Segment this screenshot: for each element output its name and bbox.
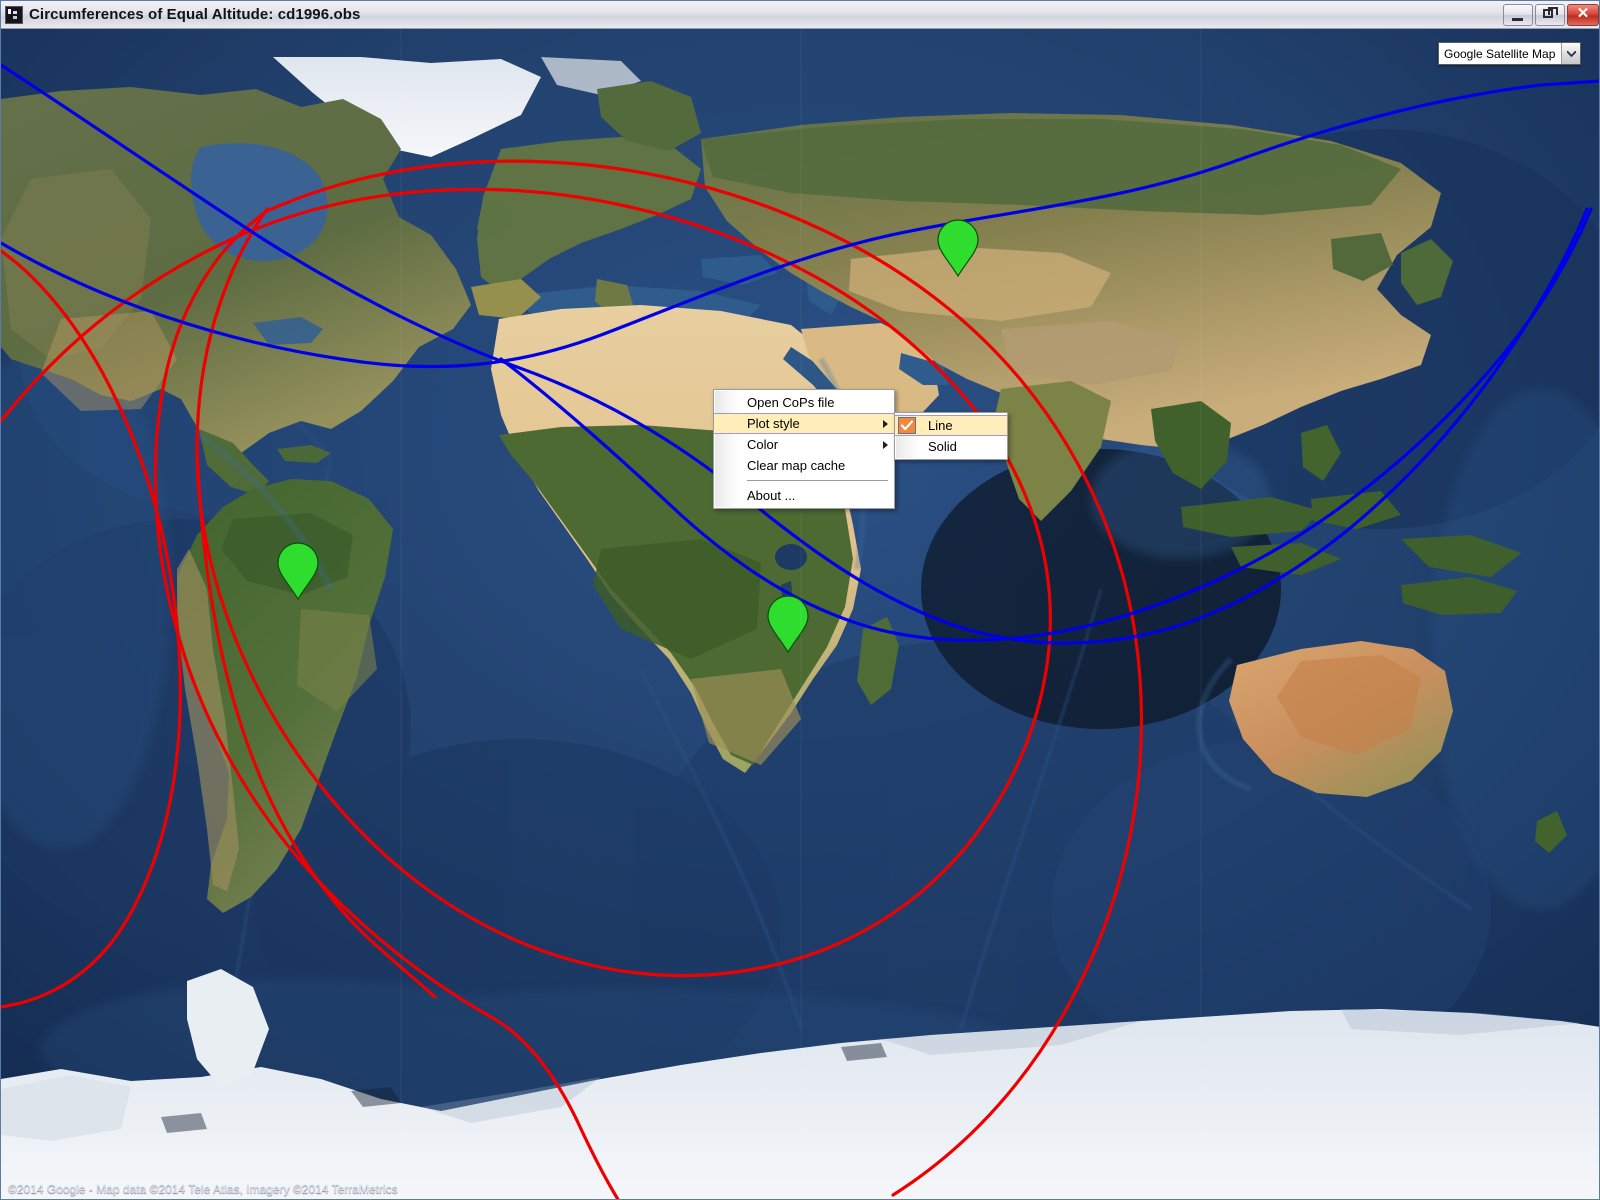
context-menu[interactable]: Open CoPs file Plot style Color Clear ma… [713, 389, 895, 509]
menu-separator [747, 480, 888, 481]
submenu-plot-style-line[interactable]: Line [895, 415, 1007, 436]
menu-about-label: About ... [747, 488, 796, 503]
close-button[interactable]: ✕ [1567, 3, 1599, 26]
menu-open-cops-file[interactable]: Open CoPs file [714, 392, 894, 413]
minimize-button[interactable] [1503, 3, 1533, 26]
menu-plot-style[interactable]: Plot style [714, 413, 894, 434]
app-icon [5, 5, 23, 24]
title-bar[interactable]: Circumferences of Equal Altitude: cd1996… [1, 1, 1599, 29]
plot-style-submenu[interactable]: Line Solid [894, 412, 1008, 460]
menu-clear-map-cache-label: Clear map cache [747, 458, 846, 473]
minimize-icon [1512, 17, 1523, 21]
menu-plot-style-label: Plot style [747, 416, 800, 431]
map-type-value: Google Satellite Map [1439, 43, 1562, 64]
restore-icon [1543, 6, 1558, 18]
check-icon [898, 417, 916, 434]
map-type-select[interactable]: Google Satellite Map [1438, 42, 1582, 65]
menu-clear-map-cache[interactable]: Clear map cache [714, 455, 894, 476]
submenu-arrow-icon [883, 440, 888, 449]
submenu-arrow-icon [883, 419, 888, 428]
submenu-plot-style-solid[interactable]: Solid [895, 436, 1007, 457]
world-satellite-map [1, 29, 1599, 1199]
menu-about[interactable]: About ... [714, 485, 894, 506]
menu-color[interactable]: Color [714, 434, 894, 455]
close-icon: ✕ [1576, 4, 1590, 22]
menu-color-label: Color [747, 437, 779, 452]
menu-open-cops-file-label: Open CoPs file [747, 395, 835, 410]
chevron-down-icon[interactable] [1561, 43, 1581, 64]
submenu-plot-style-solid-label: Solid [928, 439, 957, 454]
application-window: Circumferences of Equal Altitude: cd1996… [0, 0, 1600, 1200]
window-title: Circumferences of Equal Altitude: cd1996… [29, 6, 361, 23]
map-canvas[interactable]: ©2014 Google - Map data ©2014 Tele Atlas… [1, 29, 1599, 1199]
submenu-plot-style-line-label: Line [928, 418, 953, 433]
restore-button[interactable] [1535, 3, 1565, 26]
